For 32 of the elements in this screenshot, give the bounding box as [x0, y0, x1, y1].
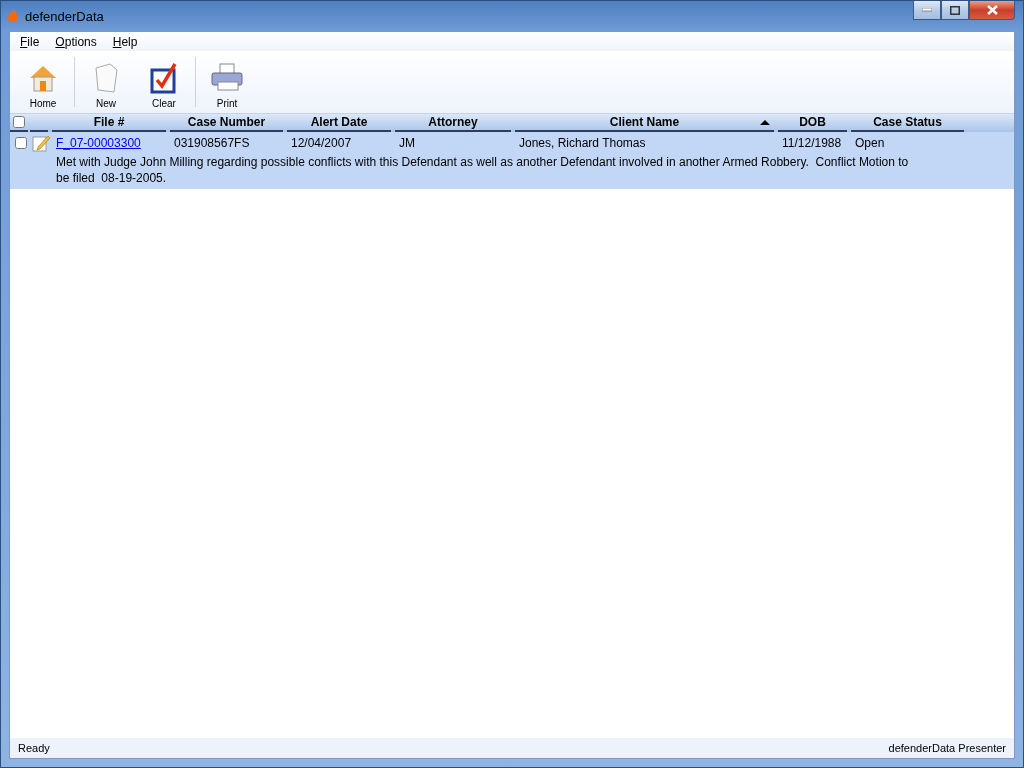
- table-cell-text: 11/12/1988: [781, 136, 843, 150]
- maximize-icon: [950, 5, 960, 15]
- row-highlight[interactable]: [10, 132, 1014, 189]
- table-cell-text: Jones, Richard Thomas: [518, 136, 647, 150]
- minimize-button[interactable]: [913, 1, 941, 20]
- app-name-text: defenderData Presenter: [888, 742, 1006, 754]
- select-all-checkbox[interactable]: [13, 116, 25, 128]
- table-cell-text: JM: [398, 136, 416, 150]
- menu-item[interactable]: Options: [47, 34, 105, 49]
- menu-item[interactable]: File: [12, 34, 48, 49]
- table-cell-text: 031908567FS: [173, 136, 251, 150]
- window-title: defenderData: [25, 8, 104, 24]
- printer-icon: [210, 62, 244, 94]
- notepad-pencil-icon: [32, 134, 50, 152]
- maximize-button[interactable]: [941, 1, 969, 20]
- close-button[interactable]: [969, 1, 1015, 20]
- status-text: Ready: [18, 742, 50, 754]
- case-note: Met with Judge John Milling regarding possible conflicts with this Defendant as well as another Defendant involved in another Armed Robbery. Conflict Motion to be filed 08-19-2005.: [56, 154, 910, 186]
- toolbar-button[interactable]: Clear: [135, 51, 193, 113]
- file-number-link[interactable]: F_07-00003300: [54, 136, 168, 150]
- blank-page-icon: [92, 62, 120, 94]
- close-icon: [986, 5, 998, 15]
- toolbar-button[interactable]: Print: [198, 51, 256, 113]
- menu-item[interactable]: Help: [104, 34, 146, 49]
- toolbar-button[interactable]: Home: [14, 51, 72, 113]
- minimize-icon: [922, 8, 932, 12]
- table-cell-text: 12/04/2007: [290, 136, 353, 150]
- row-checkbox[interactable]: [15, 137, 27, 149]
- toolbar-button[interactable]: New: [77, 51, 135, 113]
- checked-box-icon: [149, 62, 179, 94]
- flame-icon: [7, 8, 19, 24]
- table-cell-text: Open: [854, 136, 886, 150]
